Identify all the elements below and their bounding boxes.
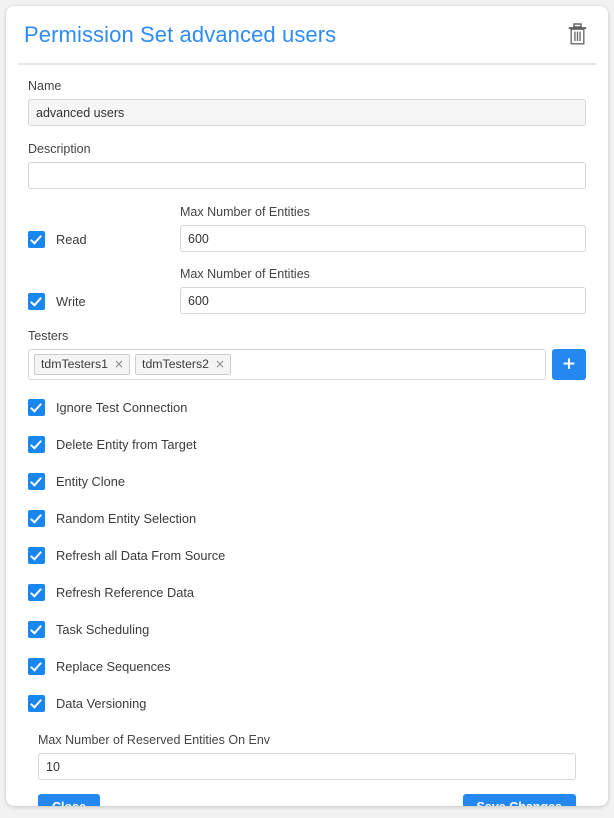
close-button[interactable]: Close bbox=[38, 794, 101, 806]
tester-chip-label: tdmTesters1 bbox=[41, 357, 108, 371]
option-row-refresh-all-data-from-source[interactable]: Refresh all Data From Source bbox=[28, 546, 586, 564]
page-background: Permission Set advanced users Name advan… bbox=[0, 0, 614, 818]
permission-row-read: Read Max Number of Entities bbox=[28, 203, 586, 252]
testers-chips-box[interactable]: tdmTesters1 × tdmTesters2 × bbox=[28, 349, 546, 380]
option-label: Replace Sequences bbox=[56, 658, 171, 674]
write-entities-input[interactable] bbox=[180, 287, 586, 314]
name-label: Name bbox=[28, 79, 62, 93]
option-row-data-versioning[interactable]: Data Versioning bbox=[28, 694, 586, 712]
option-row-entity-clone[interactable]: Entity Clone bbox=[28, 472, 586, 490]
name-input[interactable] bbox=[28, 99, 586, 126]
data-versioning-checkbox[interactable] bbox=[28, 694, 45, 712]
testers-field-block: Testers tdmTesters1 × tdmTesters2 × + bbox=[28, 327, 586, 380]
page-title: Permission Set advanced users bbox=[24, 21, 337, 47]
options-list: Ignore Test Connection Delete Entity fro… bbox=[28, 398, 586, 712]
reserved-entities-label: Max Number of Reserved Entities On Env bbox=[38, 733, 271, 747]
read-entities-label: Max Number of Entities bbox=[180, 205, 310, 219]
write-checkbox[interactable] bbox=[28, 293, 45, 310]
ignore-test-connection-checkbox[interactable] bbox=[28, 398, 45, 416]
refresh-reference-data-checkbox[interactable] bbox=[28, 583, 45, 601]
option-label: Refresh all Data From Source bbox=[56, 547, 226, 563]
option-label: Entity Clone bbox=[56, 473, 125, 489]
tester-chip[interactable]: tdmTesters1 × bbox=[34, 354, 131, 375]
read-label: Read bbox=[56, 232, 87, 247]
permission-set-card: Permission Set advanced users Name advan… bbox=[6, 6, 608, 806]
permission-row-write: Write Max Number of Entities bbox=[28, 265, 586, 314]
card-header: Permission Set advanced users bbox=[6, 6, 608, 63]
tester-chip-label: tdmTesters2 bbox=[142, 357, 210, 371]
save-changes-button[interactable]: Save Changes bbox=[462, 794, 576, 806]
footer-buttons: Close Save Changes bbox=[38, 794, 576, 806]
option-label: Ignore Test Connection bbox=[56, 399, 188, 415]
option-label: Task Scheduling bbox=[56, 621, 150, 637]
close-icon[interactable]: × bbox=[114, 358, 124, 370]
delete-entity-from-target-checkbox[interactable] bbox=[28, 435, 45, 453]
read-entities-input[interactable] bbox=[180, 225, 586, 252]
write-entities-block: Max Number of Entities bbox=[180, 265, 586, 314]
option-row-task-scheduling[interactable]: Task Scheduling bbox=[28, 620, 586, 638]
write-entities-label: Max Number of Entities bbox=[180, 267, 310, 281]
write-label: Write bbox=[56, 294, 86, 309]
write-checkbox-group[interactable]: Write bbox=[28, 293, 180, 314]
description-input[interactable] bbox=[28, 162, 586, 189]
refresh-all-data-from-source-checkbox[interactable] bbox=[28, 546, 45, 564]
option-label: Refresh Reference Data bbox=[56, 584, 194, 600]
option-row-ignore-test-connection[interactable]: Ignore Test Connection bbox=[28, 398, 586, 416]
read-checkbox-group[interactable]: Read bbox=[28, 231, 180, 252]
read-checkbox[interactable] bbox=[28, 231, 45, 248]
description-label: Description bbox=[28, 142, 91, 156]
name-field-block: Name bbox=[28, 77, 586, 126]
option-row-refresh-reference-data[interactable]: Refresh Reference Data bbox=[28, 583, 586, 601]
option-label: Delete Entity from Target bbox=[56, 436, 197, 452]
read-entities-block: Max Number of Entities bbox=[180, 203, 586, 252]
add-tester-button[interactable]: + bbox=[552, 349, 586, 380]
reserved-entities-input[interactable] bbox=[38, 753, 576, 780]
random-entity-selection-checkbox[interactable] bbox=[28, 509, 45, 527]
tester-chip[interactable]: tdmTesters2 × bbox=[135, 354, 232, 375]
option-label: Data Versioning bbox=[56, 695, 147, 711]
entity-clone-checkbox[interactable] bbox=[28, 472, 45, 490]
task-scheduling-checkbox[interactable] bbox=[28, 620, 45, 638]
trash-icon[interactable] bbox=[564, 20, 590, 48]
replace-sequences-checkbox[interactable] bbox=[28, 657, 45, 675]
option-row-delete-entity-from-target[interactable]: Delete Entity from Target bbox=[28, 435, 586, 453]
option-row-random-entity-selection[interactable]: Random Entity Selection bbox=[28, 509, 586, 527]
testers-label: Testers bbox=[28, 329, 69, 343]
description-field-block: Description bbox=[28, 140, 586, 189]
close-icon[interactable]: × bbox=[215, 358, 225, 370]
reserved-entities-block: Max Number of Reserved Entities On Env C… bbox=[28, 731, 586, 806]
card-body: Name Description Read Max Number of Enti… bbox=[6, 65, 608, 806]
option-label: Random Entity Selection bbox=[56, 510, 197, 526]
testers-row: tdmTesters1 × tdmTesters2 × + bbox=[28, 349, 586, 380]
option-row-replace-sequences[interactable]: Replace Sequences bbox=[28, 657, 586, 675]
